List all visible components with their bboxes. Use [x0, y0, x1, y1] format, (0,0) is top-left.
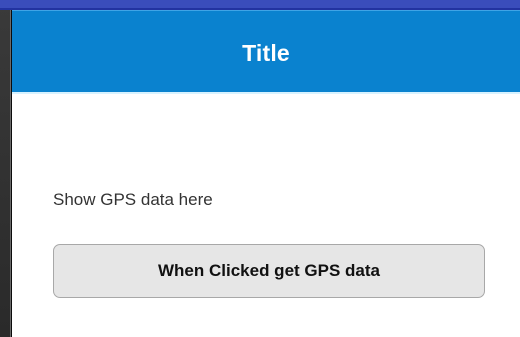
- gps-data-label: Show GPS data here: [53, 190, 213, 209]
- get-gps-data-button[interactable]: When Clicked get GPS data: [53, 244, 485, 298]
- page-title: Title: [242, 40, 290, 66]
- header-bar: Title: [12, 10, 520, 94]
- app-view: Title Show GPS data here When Clicked ge…: [12, 10, 520, 337]
- window-top-strip: [0, 0, 520, 10]
- content-area: Show GPS data here When Clicked get GPS …: [12, 94, 520, 337]
- window-frame: Title Show GPS data here When Clicked ge…: [0, 0, 520, 337]
- window-side-rail: [0, 0, 11, 337]
